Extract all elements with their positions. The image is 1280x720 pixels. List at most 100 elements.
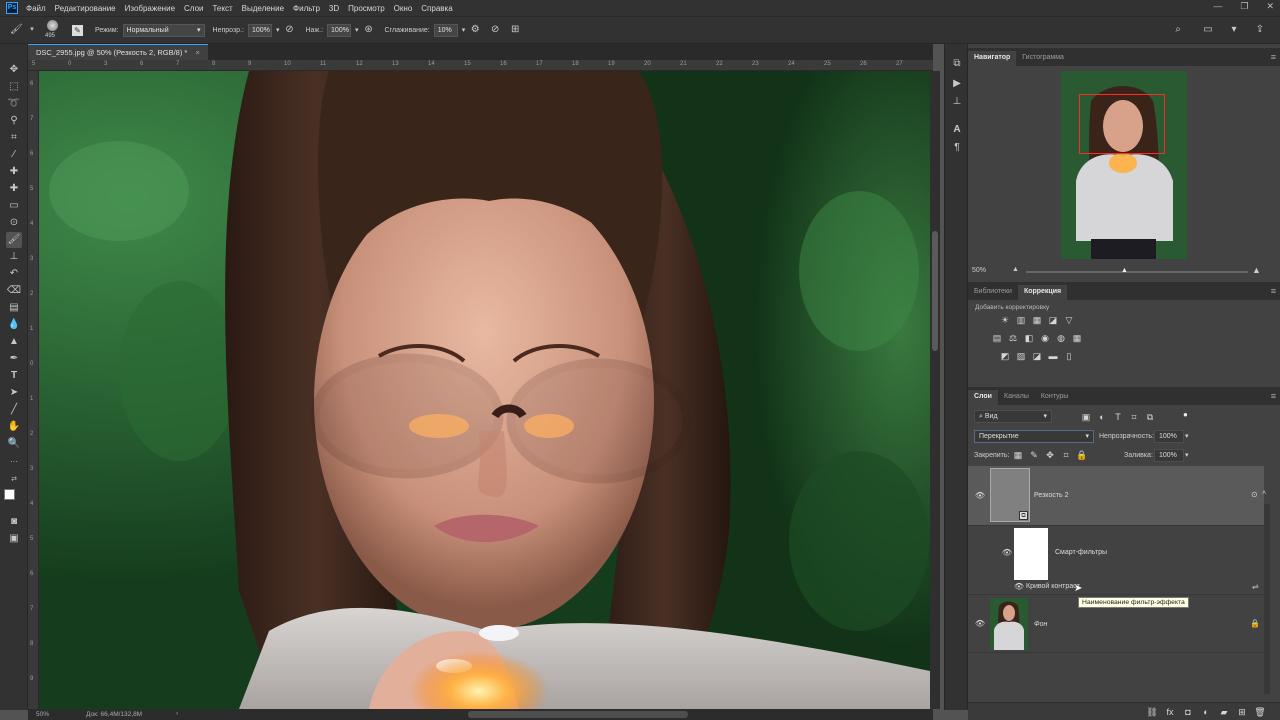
tab-libraries[interactable]: Библиотеки <box>968 285 1018 300</box>
stamp-tool-icon[interactable]: ⊥ <box>6 249 22 265</box>
brush-preset-picker[interactable]: 495 <box>42 17 64 43</box>
layer-opacity-input[interactable]: 100% <box>1154 430 1184 443</box>
pressure-size-icon[interactable]: ⊘ <box>489 24 501 36</box>
blur-tool-icon[interactable]: 💧 <box>6 317 22 333</box>
type-tool-icon[interactable]: T <box>6 368 22 384</box>
tab-paths[interactable]: Контуры <box>1035 390 1074 405</box>
smart-object-filter-icon[interactable]: ⧉ <box>1144 411 1156 423</box>
fill-input[interactable]: 100% <box>1154 449 1184 462</box>
menu-file[interactable]: Файл <box>26 4 46 13</box>
tab-layers[interactable]: Слои <box>968 390 998 405</box>
panel-menu-icon[interactable]: ≡ <box>1271 286 1276 296</box>
zoom-tool-icon[interactable]: 🔍 <box>6 436 22 452</box>
zoom-in-icon[interactable]: ▲ <box>1252 265 1261 275</box>
document-canvas[interactable] <box>39 71 930 709</box>
blending-options-icon[interactable]: ⇌ <box>1252 582 1259 591</box>
brightness-icon[interactable]: ☀ <box>999 314 1011 326</box>
curves-icon[interactable]: ▦ <box>1031 314 1043 326</box>
close-tab-icon[interactable]: × <box>195 48 199 57</box>
lock-position-icon[interactable]: ✥ <box>1044 449 1056 461</box>
symmetry-icon[interactable]: ⊞ <box>509 24 521 36</box>
layers-scrollbar[interactable] <box>1264 504 1270 694</box>
chevron-down-icon[interactable]: ▾ <box>1185 432 1189 440</box>
pressure-opacity-icon[interactable]: ⊘ <box>284 24 296 36</box>
visibility-eye-icon[interactable]: 👁 <box>974 619 986 629</box>
vertical-scroll-thumb[interactable] <box>932 231 938 351</box>
menu-layers[interactable]: Слои <box>184 4 203 13</box>
smoothing-input[interactable]: 10% <box>433 23 458 37</box>
lock-transparency-icon[interactable]: ▦ <box>1012 449 1024 461</box>
chevron-down-icon[interactable]: ▾ <box>462 26 466 34</box>
swap-colors-icon[interactable]: ⇄ <box>6 472 22 488</box>
brush-tool-icon[interactable]: 🖌 <box>6 232 22 248</box>
zoom-out-icon[interactable]: ▲ <box>1012 266 1019 273</box>
type-filter-icon[interactable]: T <box>1112 411 1124 423</box>
posterize-icon[interactable]: ▨ <box>1015 350 1027 362</box>
minimize-icon[interactable]: — <box>1213 1 1222 12</box>
panel-menu-icon[interactable]: ≡ <box>1271 391 1276 401</box>
brush-settings-icon[interactable]: ✎ <box>72 24 83 36</box>
history-icon[interactable]: ⧉ <box>951 58 963 70</box>
channel-mixer-icon[interactable]: ◍ <box>1055 332 1067 344</box>
clone-source-icon[interactable]: ⊥ <box>951 96 963 108</box>
chevron-down-icon[interactable]: ▾ <box>276 26 280 34</box>
levels-icon[interactable]: ▥ <box>1015 314 1027 326</box>
tab-navigator[interactable]: Навигатор <box>968 51 1017 66</box>
menu-edit[interactable]: Редактирование <box>55 4 116 13</box>
patch-tool-icon[interactable]: ✚ <box>6 181 22 197</box>
navigator-thumbnail[interactable] <box>1061 71 1187 259</box>
layer-row-sharpness[interactable]: 👁 ⧉ Резкость 2 ⊙ ˄ <box>968 466 1266 526</box>
pixel-layer-filter-icon[interactable]: ▣ <box>1080 411 1092 423</box>
chevron-down-icon[interactable]: ▾ <box>1228 24 1240 36</box>
frame-tool-icon[interactable]: ▭ <box>6 198 22 214</box>
layer-row-filter-effect[interactable]: 👁 Кривой контраст ⇌ <box>968 581 1264 595</box>
chevron-up-icon[interactable]: ˄ <box>1262 490 1266 497</box>
screen-mode-icon[interactable]: ▣ <box>6 531 22 547</box>
shape-filter-icon[interactable]: ⌗ <box>1128 411 1140 423</box>
vibrance-icon[interactable]: ▽ <box>1063 314 1075 326</box>
status-arrow-icon[interactable]: › <box>176 710 178 717</box>
pressure-input[interactable]: 100% <box>327 23 352 37</box>
adjustment-layer-icon[interactable]: ◐ <box>1200 706 1212 718</box>
search-icon[interactable]: ⌕ <box>1172 24 1184 36</box>
move-tool-icon[interactable]: ✥ <box>6 62 22 78</box>
lock-pixels-icon[interactable]: ✎ <box>1028 449 1040 461</box>
tab-correction[interactable]: Коррекция <box>1017 285 1068 300</box>
tab-histogram[interactable]: Гистограмма <box>1016 51 1070 66</box>
menu-filter[interactable]: Фильтр <box>293 4 320 13</box>
eraser-tool-icon[interactable]: ⌫ <box>6 283 22 299</box>
gear-icon[interactable]: ⚙ <box>469 24 481 36</box>
airbrush-icon[interactable]: ⊛ <box>363 24 375 36</box>
color-lookup-icon[interactable]: ▦ <box>1071 332 1083 344</box>
document-tab[interactable]: DSC_2955.jpg @ 50% (Резкость 2, RGB/8) *… <box>28 44 208 60</box>
foreground-color-swatch[interactable] <box>4 489 15 500</box>
layer-filter-select[interactable]: ⌕ Вид ▾ <box>974 410 1052 423</box>
red-eye-tool-icon[interactable]: ⊙ <box>6 215 22 231</box>
lock-all-icon[interactable]: 🔒 <box>1076 449 1088 461</box>
crop-tool-icon[interactable]: ⌗ <box>6 130 22 146</box>
blend-mode-select[interactable]: Перекрытие ▾ <box>974 430 1094 443</box>
new-layer-icon[interactable]: ⊞ <box>1236 706 1248 718</box>
gradient-map-icon[interactable]: ▬ <box>1047 350 1059 362</box>
horizontal-scroll-thumb[interactable] <box>468 711 688 718</box>
edit-toolbar-icon[interactable]: ··· <box>6 454 22 470</box>
chevron-down-icon[interactable]: ▾ <box>26 24 38 36</box>
exposure-icon[interactable]: ◪ <box>1047 314 1059 326</box>
adjustment-filter-icon[interactable]: ◐ <box>1096 411 1108 423</box>
layer-name[interactable]: Резкость 2 <box>1034 492 1069 499</box>
quick-mask-icon[interactable]: ◙ <box>6 514 22 530</box>
layer-row-smart-filters[interactable]: 👁 Смарт-фильтры <box>968 526 1264 581</box>
smart-filter-icon[interactable]: ⊙ <box>1251 490 1258 499</box>
fx-icon[interactable]: fx <box>1164 706 1176 718</box>
chevron-down-icon[interactable]: ▾ <box>1185 451 1189 459</box>
pen-tool-icon[interactable]: ✒ <box>6 351 22 367</box>
group-folder-icon[interactable]: ▰ <box>1218 706 1230 718</box>
color-balance-icon[interactable]: ⚖ <box>1007 332 1019 344</box>
navigator-view-rectangle[interactable] <box>1079 94 1165 154</box>
hand-tool-icon[interactable]: ✋ <box>6 419 22 435</box>
photoshop-logo-icon[interactable]: Ps <box>6 2 18 14</box>
restore-icon[interactable]: ❐ <box>1240 1 1248 12</box>
menu-3d[interactable]: 3D <box>329 4 339 13</box>
trash-icon[interactable]: 🗑 <box>1254 706 1266 718</box>
zoom-slider-track[interactable] <box>1026 271 1248 273</box>
